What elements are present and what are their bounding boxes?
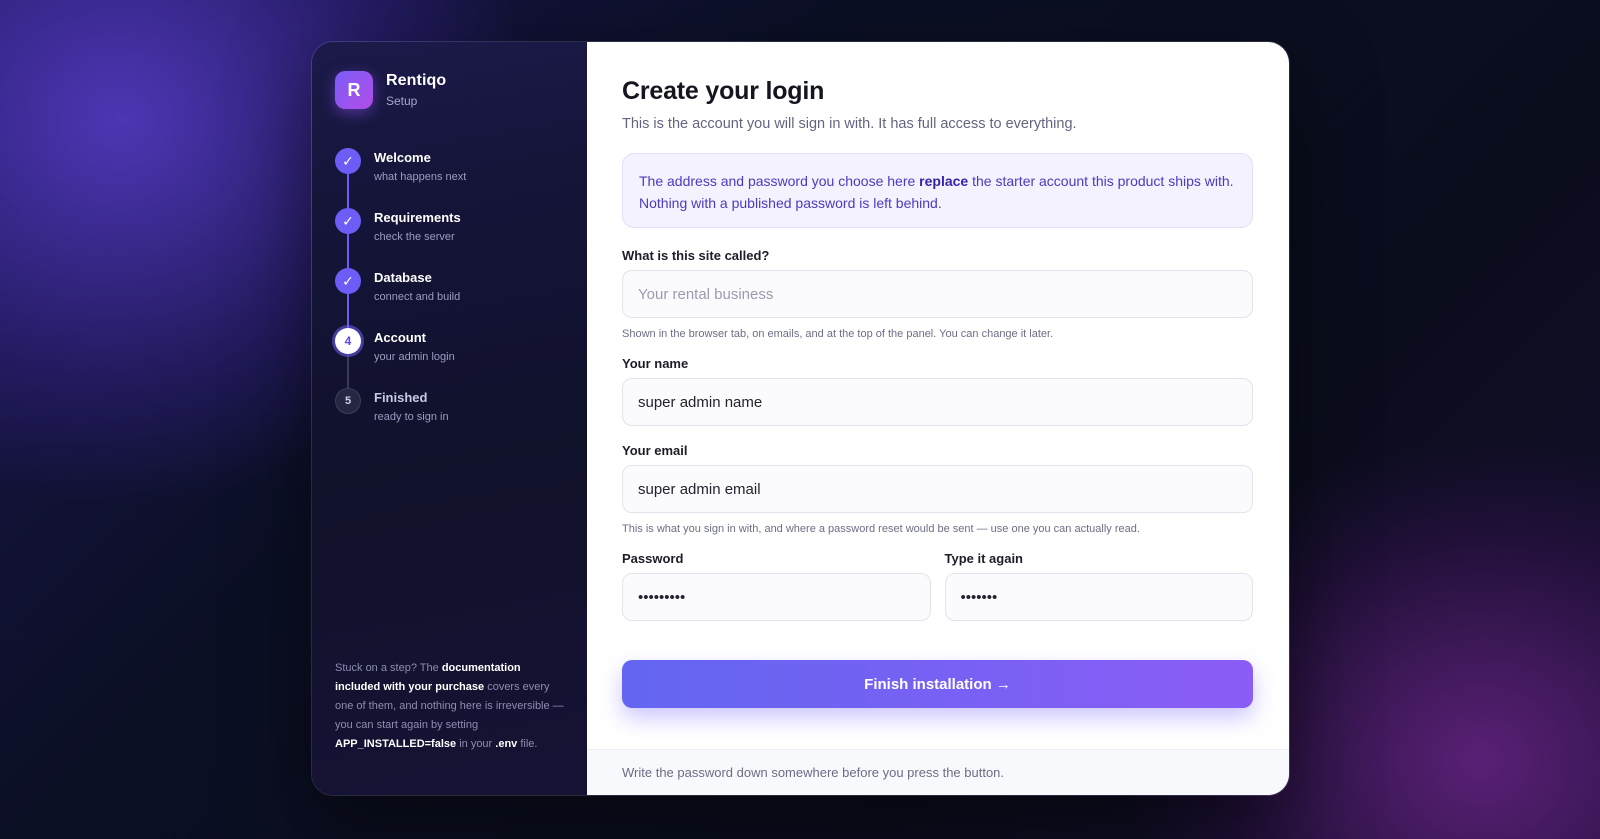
step-title: Database [374,270,432,285]
step-title: Requirements [374,210,461,225]
site-name-hint: Shown in the browser tab, on emails, and… [622,328,1054,340]
step-finished: 5 Finished ready to sign in [335,388,466,448]
password-confirm-label: Type it again [944,551,1024,566]
step-subtitle: check the server [374,231,455,243]
footer-note: Write the password down somewhere before… [587,749,1289,795]
step-number-badge: 4 [335,328,361,354]
step-connector [347,354,349,388]
password-row: Password Type it again [622,551,1253,621]
brand-logo-icon: R [335,71,373,109]
step-connector [347,294,349,328]
replace-notice: The address and password you choose here… [622,153,1253,228]
step-account: 4 Account your admin login [335,328,466,388]
password-confirm-input[interactable] [944,573,1253,621]
account-form-panel: Create your login This is the account yo… [587,42,1289,795]
step-title: Finished [374,390,428,405]
password-label: Password [622,551,684,566]
brand: R Rentiqo Setup [335,71,446,109]
check-icon: ✓ [335,268,361,294]
help-text: Stuck on a step? The documentation inclu… [335,662,564,750]
your-email-hint: This is what you sign in with, and where… [622,523,1140,535]
step-number-badge: 5 [335,388,361,414]
step-subtitle: ready to sign in [374,411,449,423]
notice-emphasis: replace [919,173,969,189]
your-email-group: Your email This is what you sign in with… [622,443,1253,535]
your-name-label: Your name [622,356,689,371]
step-title: Account [374,330,426,345]
password-confirm-group: Type it again [944,551,1253,621]
your-name-input[interactable] [622,378,1253,426]
setup-card: R Rentiqo Setup ✓ Welcome what happens n… [311,41,1290,796]
your-email-label: Your email [622,443,688,458]
check-icon: ✓ [335,148,361,174]
brand-name: Rentiqo [386,72,447,89]
step-welcome: ✓ Welcome what happens next [335,148,466,208]
password-input[interactable] [622,573,931,621]
step-connector [347,174,349,208]
page-subtitle: This is the account you will sign in wit… [622,116,1077,132]
page-title: Create your login [622,77,825,105]
your-name-group: Your name [622,356,1253,426]
site-name-input[interactable] [622,270,1253,318]
step-requirements: ✓ Requirements check the server [335,208,466,268]
site-name-group: What is this site called? Shown in the b… [622,248,1253,340]
env-filename: .env [495,738,518,750]
site-name-label: What is this site called? [622,248,770,263]
finish-installation-button[interactable]: Finish installation → [622,660,1253,708]
setup-sidebar: R Rentiqo Setup ✓ Welcome what happens n… [312,42,587,795]
check-icon: ✓ [335,208,361,234]
step-subtitle: your admin login [374,351,455,363]
step-subtitle: what happens next [374,171,467,183]
brand-subtitle: Setup [386,94,418,108]
password-group: Password [622,551,931,621]
step-title: Welcome [374,150,431,165]
step-subtitle: connect and build [374,291,461,303]
step-connector [347,234,349,268]
your-email-input[interactable] [622,465,1253,513]
env-variable: APP_INSTALLED=false [335,738,457,750]
step-database: ✓ Database connect and build [335,268,466,328]
setup-steps: ✓ Welcome what happens next ✓ Requiremen… [335,148,466,448]
